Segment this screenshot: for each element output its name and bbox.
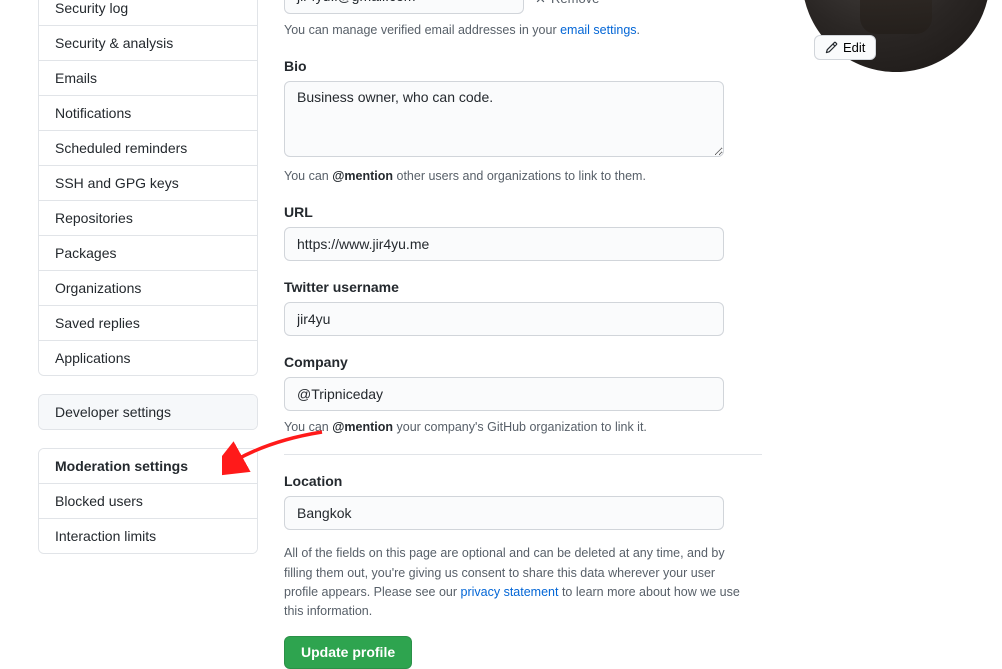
- company-label: Company: [284, 354, 764, 370]
- x-icon: [534, 0, 547, 5]
- nav-notifications[interactable]: Notifications: [39, 96, 257, 131]
- public-email-select[interactable]: jir4yu.l@gmail.com: [284, 0, 524, 14]
- nav-scheduled-reminders[interactable]: Scheduled reminders: [39, 131, 257, 166]
- bio-textarea[interactable]: Business owner, who can code.: [284, 81, 724, 157]
- nav-security-analysis[interactable]: Security & analysis: [39, 26, 257, 61]
- footnote: All of the fields on this page are optio…: [284, 544, 748, 622]
- twitter-input[interactable]: [284, 302, 724, 336]
- update-profile-button[interactable]: Update profile: [284, 636, 412, 669]
- company-input[interactable]: [284, 377, 724, 411]
- settings-nav-primary: Security log Security & analysis Emails …: [38, 0, 258, 376]
- remove-label: Remove: [551, 0, 599, 6]
- avatar-region: Edit: [802, 0, 990, 72]
- nav-saved-replies[interactable]: Saved replies: [39, 306, 257, 341]
- email-settings-link[interactable]: email settings: [560, 23, 636, 37]
- privacy-statement-link[interactable]: privacy statement: [461, 585, 559, 599]
- bio-help: You can @mention other users and organiz…: [284, 167, 764, 186]
- bio-label: Bio: [284, 58, 764, 74]
- settings-sidebar: Security log Security & analysis Emails …: [38, 0, 258, 669]
- pencil-icon: [825, 41, 838, 54]
- url-input[interactable]: [284, 227, 724, 261]
- location-label: Location: [284, 473, 764, 489]
- edit-avatar-button[interactable]: Edit: [814, 35, 876, 60]
- divider: [284, 454, 762, 455]
- nav-security-log[interactable]: Security log: [39, 0, 257, 26]
- nav-developer-settings[interactable]: Developer settings: [39, 395, 257, 429]
- settings-nav-developer: Developer settings: [38, 394, 258, 430]
- nav-applications[interactable]: Applications: [39, 341, 257, 375]
- settings-nav-moderation: Moderation settings Blocked users Intera…: [38, 448, 258, 554]
- nav-blocked-users[interactable]: Blocked users: [39, 484, 257, 519]
- profile-form: jir4yu.l@gmail.com Remove You can manage…: [258, 0, 764, 669]
- nav-emails[interactable]: Emails: [39, 61, 257, 96]
- nav-ssh-gpg-keys[interactable]: SSH and GPG keys: [39, 166, 257, 201]
- location-input[interactable]: [284, 496, 724, 530]
- moderation-header: Moderation settings: [39, 449, 257, 484]
- nav-repositories[interactable]: Repositories: [39, 201, 257, 236]
- public-email-value: jir4yu.l@gmail.com: [297, 0, 415, 4]
- email-help: You can manage verified email addresses …: [284, 21, 764, 40]
- nav-interaction-limits[interactable]: Interaction limits: [39, 519, 257, 553]
- twitter-label: Twitter username: [284, 279, 764, 295]
- company-help: You can @mention your company's GitHub o…: [284, 418, 764, 437]
- remove-email-link[interactable]: Remove: [534, 0, 599, 6]
- edit-avatar-label: Edit: [843, 40, 865, 55]
- url-label: URL: [284, 204, 764, 220]
- nav-packages[interactable]: Packages: [39, 236, 257, 271]
- nav-organizations[interactable]: Organizations: [39, 271, 257, 306]
